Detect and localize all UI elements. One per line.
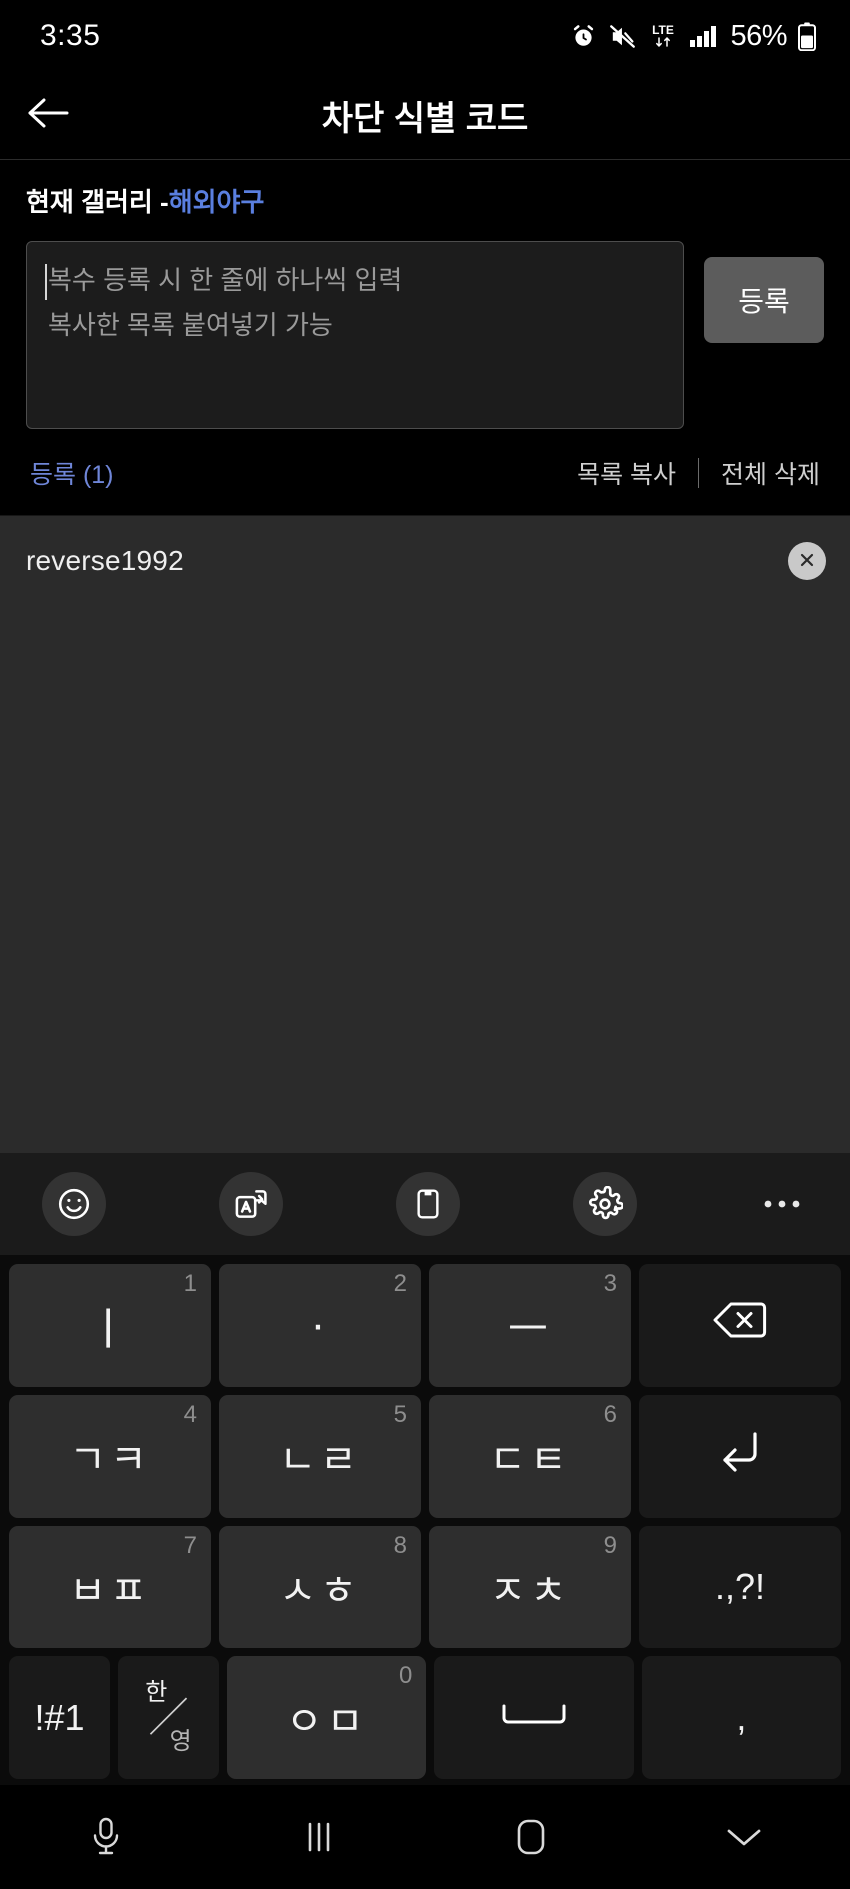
gallery-prefix: 현재 갤러리 - [26,187,169,217]
key-jieut-chieut[interactable]: 9 ㅈㅊ [429,1525,631,1649]
list-actions: 목록 복사 전체 삭제 [577,455,820,491]
key-number: 4 [183,1400,197,1428]
key-label: ㄴㄹ [279,1438,361,1483]
settings-gear-icon[interactable] [573,1172,637,1236]
key-label: ㅈㅊ [489,1568,571,1613]
key-number: 9 [603,1531,617,1559]
key-label: · [310,1300,330,1350]
input-row: 복수 등록 시 한 줄에 하나씩 입력 복사한 목록 붙여넣기 가능 등록 [26,241,824,429]
blocked-code-list: reverse1992 [0,515,850,1153]
keyboard-row-3: 7 ㅂㅍ 8 ㅅㅎ 9 ㅈㅊ .,?! [9,1525,841,1649]
back-button[interactable] [0,72,96,160]
key-symbols[interactable]: !#1 [9,1656,110,1779]
key-label: ㅂㅍ [69,1568,151,1613]
home-icon[interactable] [425,1785,638,1889]
key-number: 6 [603,1400,617,1428]
list-item[interactable]: reverse1992 [0,516,850,606]
key-digeut-tieut[interactable]: 6 ㄷㅌ [429,1394,631,1518]
key-label: ㅣ [87,1305,133,1355]
list-meta-row: 등록 (1) 목록 복사 전체 삭제 [26,429,824,515]
action-separator [698,458,700,488]
key-label: ㅇㅁ [285,1699,368,1744]
translate-icon[interactable] [219,1172,283,1236]
key-label: ㄱㅋ [69,1438,151,1483]
status-time: 3:35 [40,19,101,52]
key-ieung-mieum[interactable]: 0 ㅇㅁ [227,1656,427,1779]
key-dot[interactable]: 2 · [219,1264,421,1387]
key-siot-hieut[interactable]: 8 ㅅㅎ [219,1525,421,1649]
key-label: ㄷㅌ [489,1438,571,1483]
key-language-toggle[interactable]: 한 ／ 영 [118,1656,219,1779]
cheonjiin-keyboard: 1 ㅣ 2 · 3 ㅡ 4 ㄱㅋ 5 ㄴㄹ 6 ㄷㅌ 7 ㅂㅍ 8 ㅅㅎ 9 ㅈ… [0,1255,850,1785]
key-space[interactable] [434,1656,634,1779]
battery-icon [798,22,816,51]
key-label: ㅡ [507,1305,553,1355]
gallery-name: 해외야구 [168,187,265,217]
key-i[interactable]: 1 ㅣ [9,1264,211,1387]
more-options-icon[interactable] [750,1172,814,1236]
key-bieup-pieup[interactable]: 7 ㅂㅍ [9,1525,211,1649]
status-bar: 3:35 LTE 56% [0,0,850,72]
code-textarea[interactable]: 복수 등록 시 한 줄에 하나씩 입력 복사한 목록 붙여넣기 가능 [26,241,684,429]
lte-icon: LTE [648,21,678,51]
svg-text:LTE: LTE [653,23,675,37]
form-panel: 현재 갤러리 - 해외야구 복수 등록 시 한 줄에 하나씩 입력 복사한 목록… [0,160,850,515]
key-backspace[interactable] [639,1264,841,1387]
page-title: 차단 식별 코드 [321,100,529,138]
emoji-icon[interactable] [42,1172,106,1236]
current-gallery-label: 현재 갤러리 - 해외야구 [26,182,824,219]
keyboard-row-1: 1 ㅣ 2 · 3 ㅡ [9,1264,841,1387]
space-icon [498,1695,570,1740]
backspace-icon [711,1299,769,1351]
status-icons: LTE 56% [570,20,816,53]
key-number: 3 [603,1270,617,1297]
keyboard-row-4: !#1 한 ／ 영 0 ㅇㅁ , [9,1656,841,1779]
registered-count-label[interactable]: 등록 (1) [30,455,114,491]
app-bar: 차단 식별 코드 [0,72,850,160]
phone-screen: 3:35 LTE 56% 차단 식별 코드 현재 갤러리 - 해외야구 복수 등… [0,0,850,1889]
key-eu[interactable]: 3 ㅡ [429,1264,631,1387]
keyboard-row-2: 4 ㄱㅋ 5 ㄴㄹ 6 ㄷㅌ [9,1394,841,1518]
key-number: 5 [393,1400,407,1428]
signal-icon [689,23,719,49]
battery-percent-label: 56% [730,19,787,52]
delete-item-button[interactable] [788,542,826,580]
mute-icon [608,23,637,50]
code-textarea-placeholder: 복수 등록 시 한 줄에 하나씩 입력 복사한 목록 붙여넣기 가능 [48,265,403,340]
young-label: 영 [169,1728,192,1756]
copy-list-button[interactable]: 목록 복사 [577,455,676,491]
hide-keyboard-icon[interactable] [638,1785,850,1889]
close-circle-icon [797,550,817,573]
key-number: 2 [393,1270,407,1297]
key-comma[interactable]: , [641,1656,841,1779]
alarm-icon [570,23,597,50]
recents-icon[interactable] [213,1785,426,1889]
key-number: 1 [183,1270,197,1297]
clipboard-icon[interactable] [396,1172,460,1236]
key-giyeok-kieuk[interactable]: 4 ㄱㅋ [9,1394,211,1518]
key-number: 8 [393,1531,407,1559]
key-number: 0 [398,1662,413,1690]
system-navigation-bar [0,1785,850,1889]
key-number: 7 [183,1531,197,1559]
enter-icon [715,1428,765,1484]
han-young-label: 한 ／ 영 [118,1656,219,1779]
microphone-icon[interactable] [0,1785,213,1889]
text-caret [45,264,47,300]
key-nieun-rieul[interactable]: 5 ㄴㄹ [219,1394,421,1518]
register-button[interactable]: 등록 [704,257,824,343]
list-item-label: reverse1992 [26,545,184,576]
key-punctuation[interactable]: .,?! [639,1525,841,1649]
key-label: ㅅㅎ [279,1568,361,1613]
keyboard-toolbar [0,1153,850,1255]
back-arrow-icon [25,94,71,137]
key-enter[interactable] [639,1394,841,1518]
delete-all-button[interactable]: 전체 삭제 [721,455,820,491]
